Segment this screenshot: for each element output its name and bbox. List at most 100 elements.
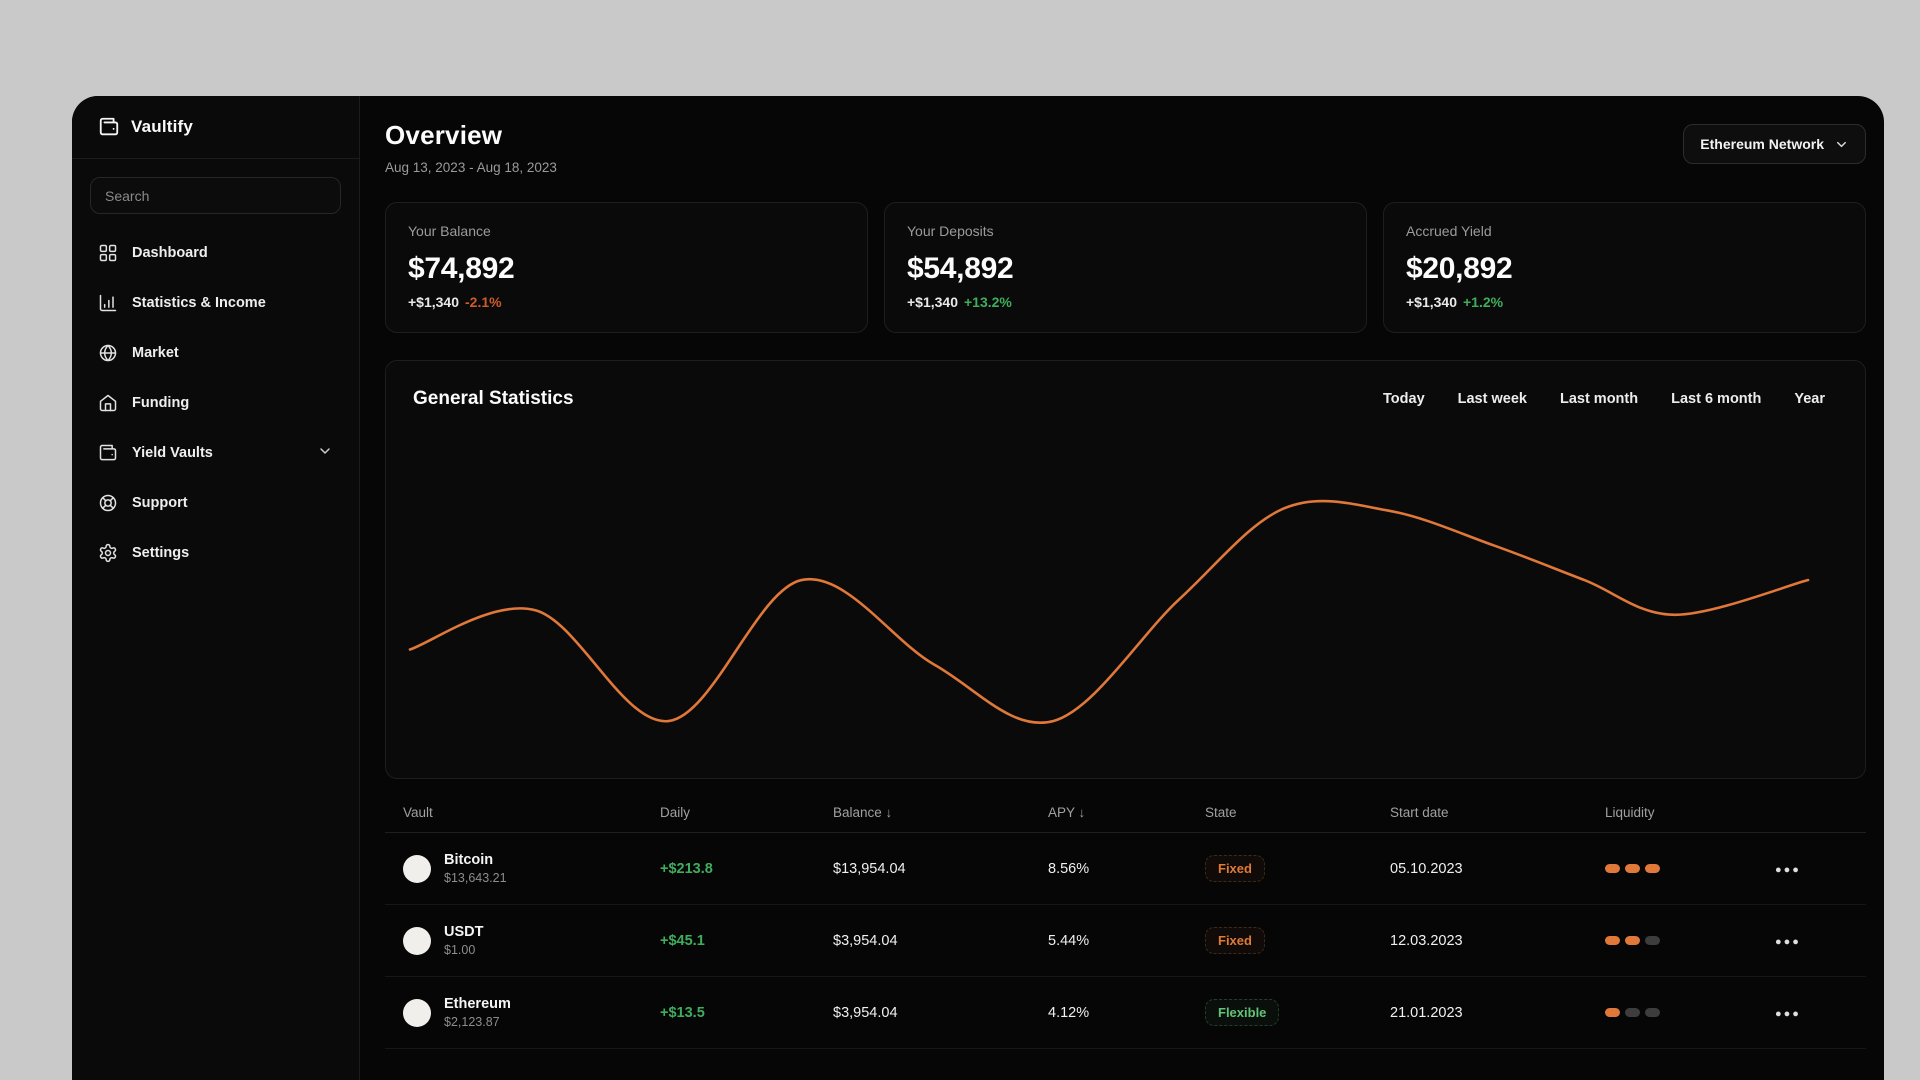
column-header-liquidity: Liquidity: [1605, 805, 1655, 820]
table-row[interactable]: USDT $1.00 +$45.1 $3,954.04 5.44% Fixed …: [385, 905, 1866, 977]
stat-card-value: $74,892: [408, 252, 515, 285]
liquidity-indicator: [1605, 864, 1757, 873]
vault-name: Bitcoin: [444, 852, 494, 868]
wallet-logo-icon: [99, 117, 119, 136]
table-row[interactable]: Bitcoin $13,643.21 +$213.8 $13,954.04 8.…: [385, 833, 1866, 905]
home-icon: [98, 393, 118, 413]
cell-apy: 5.44%: [1048, 932, 1090, 949]
row-menu-icon[interactable]: ●●●: [1775, 1008, 1801, 1020]
column-header-start-date: Start date: [1390, 805, 1449, 820]
sidebar-nav: Dashboard Statistics & Income Market Fun…: [72, 228, 359, 578]
column-header-apy[interactable]: APY ↓: [1030, 805, 1187, 820]
cell-balance: $3,954.04: [833, 932, 898, 949]
date-range: Aug 13, 2023 - Aug 18, 2023: [385, 160, 557, 175]
page-title: Overview: [385, 120, 503, 150]
stat-card-value: $20,892: [1406, 252, 1513, 285]
vault-name: Ethereum: [444, 996, 511, 1012]
cell-balance: $13,954.04: [833, 860, 906, 877]
vaults-table: Vault Daily Balance ↓ APY ↓ State Start date L…: [385, 793, 1866, 1049]
range-tabs: Today Last week Last month Last 6 month Year: [1383, 391, 1825, 407]
vault-avatar: [403, 854, 431, 883]
stat-card-label: Your Deposits: [907, 223, 994, 239]
row-menu-icon[interactable]: ●●●: [1775, 864, 1801, 876]
state-badge: Fixed: [1205, 855, 1265, 882]
state-badge: Flexible: [1205, 999, 1280, 1026]
column-header-daily: Daily: [660, 805, 691, 820]
cell-apy: 8.56%: [1048, 860, 1090, 877]
table-body: Bitcoin $13,643.21 +$213.8 $13,954.04 8.…: [385, 833, 1866, 1049]
state-badge: Fixed: [1205, 927, 1265, 954]
sidebar-item-funding[interactable]: Funding: [72, 378, 359, 428]
column-header-balance[interactable]: Balance ↓: [815, 805, 1030, 820]
dashboard-grid-icon: [98, 243, 118, 263]
cell-start-date: 21.01.2023: [1390, 1004, 1463, 1021]
table-header: Vault Daily Balance ↓ APY ↓ State Start date L…: [385, 793, 1866, 833]
stat-card-label: Your Balance: [408, 223, 491, 239]
range-tab-last-month[interactable]: Last month: [1560, 391, 1638, 407]
cell-start-date: 05.10.2023: [1390, 860, 1463, 877]
gear-icon: [98, 543, 118, 563]
stat-card-delta: +$1,340 +1.2%: [1406, 294, 1504, 310]
cell-start-date: 12.03.2023: [1390, 932, 1463, 949]
sidebar-item-support[interactable]: Support: [72, 478, 359, 528]
range-tab-year[interactable]: Year: [1794, 391, 1825, 407]
liquidity-indicator: [1605, 1008, 1757, 1017]
sidebar-item-label: Support: [132, 495, 188, 511]
vault-price: $13,643.21: [444, 871, 507, 885]
stat-card-value: $54,892: [907, 252, 1014, 285]
chevron-down-icon: [317, 443, 333, 463]
sidebar-item-dashboard[interactable]: Dashboard: [72, 228, 359, 278]
sidebar-item-statistics-income[interactable]: Statistics & Income: [72, 278, 359, 328]
chevron-down-icon: [1837, 141, 1846, 147]
sidebar-item-label: Settings: [132, 545, 190, 561]
wallet-icon: [98, 443, 118, 463]
general-statistics-panel: General Statistics Today Last week Last mo…: [385, 360, 1866, 779]
chart-title: General Statistics: [413, 388, 574, 409]
liquidity-indicator: [1605, 936, 1757, 945]
sidebar-item-label: Market: [132, 345, 179, 361]
cell-daily: +$13.5: [660, 1004, 705, 1021]
cell-daily: +$45.1: [660, 932, 705, 949]
column-header-state: State: [1205, 805, 1237, 820]
app-window: Vaultify Dashboard Statistics & Income M…: [72, 96, 1884, 1080]
range-tab-last-6-month[interactable]: Last 6 month: [1671, 391, 1761, 407]
stat-cards: Your Balance $74,892 +$1,340 -2.1% Your D…: [385, 202, 1866, 333]
globe-icon: [98, 343, 118, 363]
network-selector-label: Ethereum Network: [1700, 136, 1824, 152]
stat-card-delta: +$1,340 +13.2%: [907, 294, 1012, 310]
app-logo: Vaultify: [72, 96, 359, 159]
page-header: Overview Aug 13, 2023 - Aug 18, 2023 Eth…: [385, 120, 1866, 178]
bar-chart-icon: [98, 293, 118, 313]
search-input[interactable]: [90, 177, 341, 214]
stat-card: Accrued Yield $20,892 +$1,340 +1.2%: [1383, 202, 1866, 333]
sidebar: Vaultify Dashboard Statistics & Income M…: [72, 96, 360, 1080]
sidebar-item-market[interactable]: Market: [72, 328, 359, 378]
sidebar-item-yield-vaults[interactable]: Yield Vaults: [72, 428, 359, 478]
vault-avatar: [403, 926, 431, 955]
sidebar-item-label: Statistics & Income: [132, 295, 266, 311]
cell-balance: $3,954.04: [833, 1004, 898, 1021]
sidebar-item-label: Yield Vaults: [132, 445, 213, 461]
stat-card-delta: +$1,340 -2.1%: [408, 294, 502, 310]
sidebar-item-label: Funding: [132, 395, 190, 411]
cell-apy: 4.12%: [1048, 1004, 1090, 1021]
main-content: Overview Aug 13, 2023 - Aug 18, 2023 Eth…: [360, 96, 1884, 1080]
app-name: Vaultify: [131, 117, 194, 136]
network-selector[interactable]: Ethereum Network: [1683, 124, 1866, 164]
column-header-vault: Vault: [403, 805, 433, 820]
stat-card: Your Deposits $54,892 +$1,340 +13.2%: [884, 202, 1367, 333]
vault-price: $1.00: [444, 943, 476, 957]
sidebar-item-settings[interactable]: Settings: [72, 528, 359, 578]
table-row[interactable]: Ethereum $2,123.87 +$13.5 $3,954.04 4.12…: [385, 977, 1866, 1049]
line-chart: [408, 499, 1810, 724]
vault-price: $2,123.87: [444, 1015, 500, 1029]
stat-card-label: Accrued Yield: [1406, 223, 1492, 239]
sidebar-item-label: Dashboard: [132, 245, 208, 261]
stat-card: Your Balance $74,892 +$1,340 -2.1%: [385, 202, 868, 333]
life-buoy-icon: [98, 493, 118, 513]
cell-daily: +$213.8: [660, 860, 713, 877]
range-tab-last-week[interactable]: Last week: [1458, 391, 1527, 407]
row-menu-icon[interactable]: ●●●: [1775, 936, 1801, 948]
range-tab-today[interactable]: Today: [1383, 391, 1425, 407]
vault-name: USDT: [444, 924, 484, 940]
